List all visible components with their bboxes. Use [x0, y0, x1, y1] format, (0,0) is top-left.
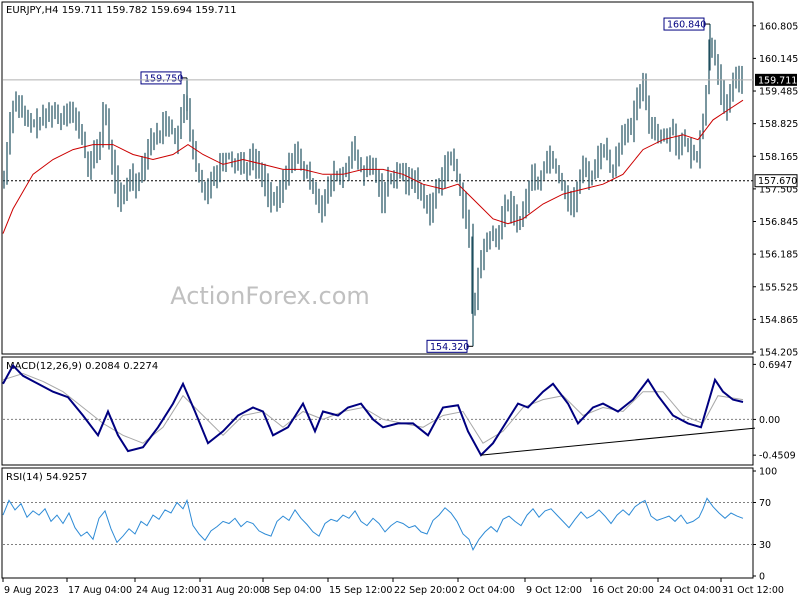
macd-tick-label: -0.4509	[759, 451, 796, 462]
price-tick-label: 159.485	[759, 87, 798, 98]
time-tick-label: 17 Aug 04:00	[68, 585, 132, 596]
time-tick-label: 16 Oct 20:00	[592, 585, 654, 596]
annotation-label: 154.320	[430, 342, 469, 353]
chart-root: ActionForex.com EURJPY,H4 159.711 159.78…	[0, 0, 800, 600]
time-tick-label: 24 Oct 04:00	[659, 585, 721, 596]
rsi-tick-label: 100	[759, 467, 777, 478]
price-title: EURJPY,H4 159.711 159.782 159.694 159.71…	[6, 5, 237, 16]
chart-background	[0, 0, 800, 600]
watermark: ActionForex.com	[170, 282, 370, 310]
level-label: 157.670	[758, 176, 797, 187]
rsi-title: RSI(14) 54.9257	[6, 472, 87, 483]
time-tick-label: 9 Aug 2023	[4, 585, 59, 596]
annotation-label: 160.840	[667, 20, 706, 31]
time-tick-label: 15 Sep 12:00	[329, 585, 392, 596]
macd-tick-label: 0.00	[759, 415, 780, 426]
price-tick-label: 156.845	[759, 217, 798, 228]
macd-tick-label: 0.6947	[759, 360, 792, 371]
price-tick-label: 158.825	[759, 119, 798, 130]
rsi-tick-label: 70	[759, 498, 771, 509]
price-tick-label: 160.145	[759, 54, 798, 65]
time-tick-label: 8 Sep 04:00	[264, 585, 321, 596]
time-tick-label: 9 Oct 12:00	[526, 585, 582, 596]
price-tick-label: 158.165	[759, 152, 798, 163]
time-tick-label: 24 Aug 12:00	[136, 585, 200, 596]
annotation-label: 159.750	[144, 73, 183, 84]
current-price-label: 159.711	[758, 75, 797, 86]
chart-svg: ActionForex.com EURJPY,H4 159.711 159.78…	[0, 0, 800, 600]
time-tick-label: 31 Aug 20:00	[201, 585, 265, 596]
rsi-tick-label: 30	[759, 540, 771, 551]
rsi-tick-label: 0	[759, 572, 765, 583]
price-tick-label: 154.865	[759, 315, 798, 326]
price-tick-label: 155.525	[759, 282, 798, 293]
price-tick-label: 156.185	[759, 250, 798, 261]
time-tick-label: 22 Sep 20:00	[394, 585, 457, 596]
time-tick-label: 2 Oct 04:00	[459, 585, 515, 596]
price-tick-label: 160.805	[759, 21, 798, 32]
price-tick-label: 154.205	[759, 348, 798, 359]
time-tick-label: 31 Oct 12:00	[722, 585, 784, 596]
macd-title: MACD(12,26,9) 0.2084 0.2274	[6, 361, 158, 372]
